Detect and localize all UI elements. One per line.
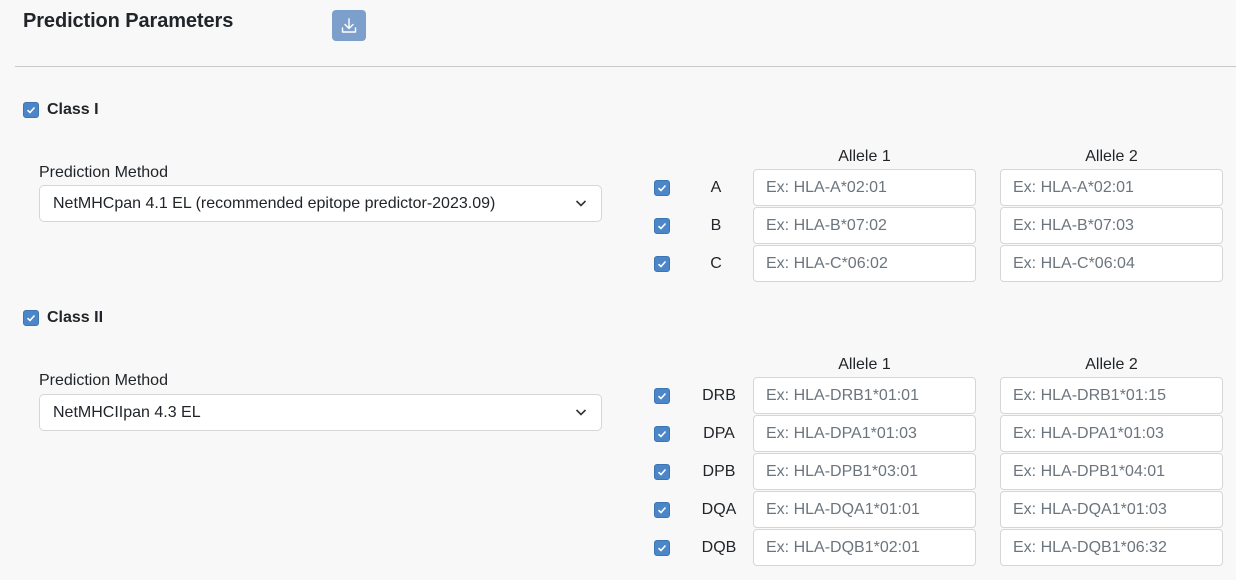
class-i-checkbox[interactable] bbox=[23, 102, 39, 118]
locus-dpb-allele2-input[interactable] bbox=[1000, 453, 1223, 490]
locus-dqa-label: DQA bbox=[701, 501, 737, 518]
class-ii-method-value: NetMHCIIpan 4.3 EL bbox=[53, 404, 201, 421]
locus-dqa-allele2-input[interactable] bbox=[1000, 491, 1223, 528]
locus-c-allele1-input[interactable] bbox=[753, 245, 976, 282]
locus-drb-allele2-input[interactable] bbox=[1000, 377, 1223, 414]
locus-drb-allele1-input[interactable] bbox=[753, 377, 976, 414]
header-divider bbox=[15, 66, 1236, 67]
class-ii-label: Class II bbox=[47, 309, 104, 326]
class-i-method-value: NetMHCpan 4.1 EL (recommended epitope pr… bbox=[53, 195, 496, 212]
locus-a-allele2-input[interactable] bbox=[1000, 169, 1223, 206]
locus-a-allele1-input[interactable] bbox=[753, 169, 976, 206]
class-ii-allele1-header: Allele 1 bbox=[838, 356, 891, 373]
class-i-method-select[interactable]: NetMHCpan 4.1 EL (recommended epitope pr… bbox=[39, 185, 602, 222]
locus-dqb-allele2-input[interactable] bbox=[1000, 529, 1223, 566]
locus-a-checkbox[interactable] bbox=[654, 180, 670, 196]
locus-dqa-checkbox[interactable] bbox=[654, 502, 670, 518]
check-icon bbox=[657, 430, 667, 438]
locus-b-allele1-input[interactable] bbox=[753, 207, 976, 244]
locus-a-label: A bbox=[710, 179, 722, 196]
locus-drb-checkbox[interactable] bbox=[654, 388, 670, 404]
locus-b-checkbox[interactable] bbox=[654, 218, 670, 234]
locus-dpa-allele2-input[interactable] bbox=[1000, 415, 1223, 452]
locus-c-allele2-input[interactable] bbox=[1000, 245, 1223, 282]
chevron-down-icon bbox=[575, 409, 587, 416]
class-ii-method-select[interactable]: NetMHCIIpan 4.3 EL bbox=[39, 394, 602, 431]
locus-dpa-label: DPA bbox=[703, 425, 735, 442]
class-i-method-label: Prediction Method bbox=[39, 164, 168, 181]
class-i-label: Class I bbox=[47, 101, 99, 118]
check-icon bbox=[657, 392, 667, 400]
locus-dpa-checkbox[interactable] bbox=[654, 426, 670, 442]
locus-dpb-allele1-input[interactable] bbox=[753, 453, 976, 490]
locus-dqb-checkbox[interactable] bbox=[654, 540, 670, 556]
class-ii-allele2-header: Allele 2 bbox=[1085, 356, 1138, 373]
locus-c-label: C bbox=[710, 255, 722, 272]
class-ii-method-label: Prediction Method bbox=[39, 372, 168, 389]
page-title: Prediction Parameters bbox=[23, 10, 234, 32]
download-icon bbox=[341, 17, 357, 33]
check-icon bbox=[657, 222, 667, 230]
locus-dqb-label: DQB bbox=[701, 539, 737, 556]
class-i-allele2-header: Allele 2 bbox=[1085, 148, 1138, 165]
locus-c-checkbox[interactable] bbox=[654, 256, 670, 272]
locus-dqa-allele1-input[interactable] bbox=[753, 491, 976, 528]
locus-drb-label: DRB bbox=[702, 387, 736, 404]
locus-dpb-checkbox[interactable] bbox=[654, 464, 670, 480]
check-icon bbox=[26, 314, 36, 322]
download-button[interactable] bbox=[332, 10, 366, 41]
check-icon bbox=[657, 260, 667, 268]
class-ii-checkbox[interactable] bbox=[23, 310, 39, 326]
check-icon bbox=[657, 184, 667, 192]
chevron-down-icon bbox=[575, 200, 587, 207]
locus-dqb-allele1-input[interactable] bbox=[753, 529, 976, 566]
check-icon bbox=[657, 544, 667, 552]
check-icon bbox=[26, 106, 36, 114]
locus-dpa-allele1-input[interactable] bbox=[753, 415, 976, 452]
locus-b-allele2-input[interactable] bbox=[1000, 207, 1223, 244]
check-icon bbox=[657, 468, 667, 476]
class-i-allele1-header: Allele 1 bbox=[838, 148, 891, 165]
locus-dpb-label: DPB bbox=[702, 463, 736, 480]
check-icon bbox=[657, 506, 667, 514]
locus-b-label: B bbox=[710, 217, 722, 234]
